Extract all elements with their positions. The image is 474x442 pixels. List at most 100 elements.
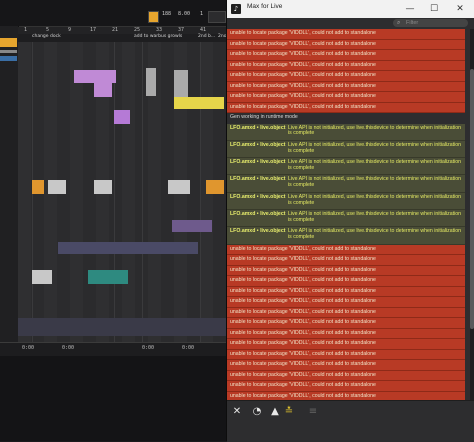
warning-source: LFO.amxd • live.object bbox=[230, 176, 286, 183]
audio-clip[interactable] bbox=[48, 180, 66, 194]
console-error-row[interactable]: unable to locate package 'VIDDLL', could… bbox=[227, 50, 465, 61]
console-log[interactable]: unable to locate package 'VIDDLL', could… bbox=[227, 29, 471, 400]
filter-input[interactable]: ⌕ Filter bbox=[393, 19, 468, 27]
ruler-tick: 37 bbox=[178, 27, 185, 33]
console-error-row[interactable]: unable to locate package 'VIDDLL', could… bbox=[227, 328, 465, 340]
timeline-ruler[interactable]: 1 5 9 17 21 25 33 37 41 bbox=[18, 27, 226, 34]
ruler-tick: 21 bbox=[112, 27, 119, 33]
arrangement-grid[interactable] bbox=[18, 42, 226, 342]
time-label: 0:00 bbox=[22, 345, 35, 351]
metronome-button[interactable] bbox=[148, 11, 159, 23]
level-filter-icon[interactable]: ≛ bbox=[283, 406, 295, 418]
midi-clip[interactable] bbox=[114, 110, 130, 124]
console-error-row[interactable]: unable to locate package 'VIDDLL', could… bbox=[227, 81, 465, 92]
midi-clip[interactable] bbox=[74, 70, 116, 83]
max-console-window: ♪ Max for Live — ☐ ✕ ⌕ Filter unable to … bbox=[226, 0, 474, 442]
midi-clip[interactable] bbox=[172, 220, 212, 232]
console-error-row[interactable]: unable to locate package 'VIDDLL', could… bbox=[227, 276, 465, 287]
ruler-tick: 33 bbox=[156, 27, 163, 33]
warning-message: Live API is not initialized, use live.th… bbox=[288, 193, 462, 206]
audio-clip[interactable] bbox=[146, 68, 156, 96]
console-warning-row[interactable]: LFO.amxd • live.object Live API is not in… bbox=[227, 192, 465, 210]
console-error-row[interactable]: unable to locate package 'VIDDLL', could… bbox=[227, 244, 465, 256]
warning-message: Live API is not initialized, use live.th… bbox=[288, 176, 462, 189]
console-error-row[interactable]: unable to locate package 'VIDDLL', could… bbox=[227, 381, 465, 392]
browser-item[interactable] bbox=[0, 38, 17, 47]
grid-line bbox=[200, 42, 201, 342]
audio-clip[interactable] bbox=[174, 70, 188, 98]
locator[interactable]: 2no bbox=[218, 34, 226, 39]
browser-item[interactable] bbox=[0, 56, 17, 61]
warning-source: LFO.amxd • live.object bbox=[230, 124, 286, 131]
ableton-arrangement-view: 188 8.00 1 1 5 9 17 21 25 33 37 41 chang… bbox=[0, 0, 226, 441]
locator[interactable]: change dock bbox=[32, 34, 61, 39]
ruler-tick: 5 bbox=[46, 27, 50, 33]
console-error-row[interactable]: unable to locate package 'VIDDLL', could… bbox=[227, 39, 465, 50]
warning-message: Live API is not initialized, use live.th… bbox=[288, 141, 462, 154]
warning-source: LFO.amxd • live.object bbox=[230, 228, 286, 235]
console-error-row[interactable]: unable to locate package 'VIDDLL', could… bbox=[227, 286, 465, 298]
locator[interactable]: 2nd b... bbox=[198, 34, 215, 39]
locator-lane: change dock add to warbus growls 2nd b..… bbox=[18, 34, 226, 42]
options-icon[interactable]: ≡ bbox=[307, 406, 319, 418]
console-error-row[interactable]: unable to locate package 'VIDDLL', could… bbox=[227, 265, 465, 277]
warning-message: Live API is not initialized, use live.th… bbox=[288, 210, 462, 223]
console-error-row[interactable]: unable to locate package 'VIDDLL', could… bbox=[227, 92, 465, 103]
clear-console-icon[interactable]: ✕ bbox=[231, 406, 243, 418]
audio-clip[interactable] bbox=[168, 180, 190, 194]
console-error-row[interactable]: unable to locate package 'VIDDLL', could… bbox=[227, 297, 465, 308]
audio-clip[interactable] bbox=[94, 180, 112, 194]
bar-value[interactable]: 8.00 bbox=[178, 11, 190, 17]
console-warning-row[interactable]: LFO.amxd • live.object Live API is not in… bbox=[227, 140, 465, 159]
console-warning-row[interactable]: LFO.amxd • live.object Live API is not in… bbox=[227, 227, 465, 245]
close-button[interactable]: ✕ bbox=[449, 1, 471, 17]
browser-item[interactable] bbox=[0, 50, 17, 53]
console-error-row[interactable]: unable to locate package 'VIDDLL', could… bbox=[227, 307, 465, 319]
automation-lane[interactable] bbox=[58, 242, 198, 254]
console-warning-row[interactable]: LFO.amxd • live.object Live API is not in… bbox=[227, 175, 465, 193]
beat-value[interactable]: 1 bbox=[200, 11, 203, 17]
window-titlebar[interactable]: ♪ Max for Live — ☐ ✕ bbox=[227, 0, 474, 18]
console-info-row[interactable]: Gen working in runtime mode bbox=[227, 113, 465, 124]
filter-placeholder: Filter bbox=[406, 20, 419, 26]
console-error-row[interactable]: unable to locate package 'VIDDLL', could… bbox=[227, 71, 465, 82]
console-warning-row[interactable]: LFO.amxd • live.object Live API is not in… bbox=[227, 158, 465, 176]
console-error-row[interactable]: unable to locate package 'VIDDLL', could… bbox=[227, 29, 465, 40]
tempo-value[interactable]: 188 bbox=[162, 11, 171, 17]
minimize-button[interactable]: — bbox=[399, 1, 421, 17]
console-error-row[interactable]: unable to locate package 'VIDDLL', could… bbox=[227, 318, 465, 329]
clock-icon[interactable]: ◔ bbox=[251, 406, 263, 418]
warning-source: LFO.amxd • live.object bbox=[230, 159, 286, 166]
console-error-row[interactable]: unable to locate package 'VIDDLL', could… bbox=[227, 339, 465, 350]
console-warning-row[interactable]: LFO.amxd • live.object Live API is not in… bbox=[227, 209, 465, 228]
audio-clip[interactable] bbox=[174, 97, 224, 109]
search-icon: ⌕ bbox=[397, 19, 401, 26]
audio-clip[interactable] bbox=[206, 180, 224, 194]
maximize-button[interactable]: ☐ bbox=[423, 1, 445, 17]
console-error-row[interactable]: unable to locate package 'VIDDLL', could… bbox=[227, 60, 465, 71]
console-warning-row[interactable]: LFO.amxd • live.object Live API is not in… bbox=[227, 123, 465, 141]
time-label: 0:00 bbox=[62, 345, 75, 351]
scrollbar-thumb[interactable] bbox=[470, 69, 474, 329]
grid-line bbox=[142, 42, 143, 342]
warning-filter-icon[interactable]: ▲ bbox=[269, 406, 281, 418]
browser-strip bbox=[0, 26, 19, 351]
ruler-tick: 41 bbox=[200, 27, 207, 33]
console-error-row[interactable]: unable to locate package 'VIDDLL', could… bbox=[227, 255, 465, 266]
console-error-row[interactable]: unable to locate package 'VIDDLL', could… bbox=[227, 370, 465, 382]
max-app-icon: ♪ bbox=[231, 4, 241, 14]
console-scrollbar[interactable] bbox=[470, 29, 474, 400]
automation-lane[interactable] bbox=[18, 318, 226, 336]
audio-clip[interactable] bbox=[32, 180, 44, 194]
console-error-row[interactable]: unable to locate package 'VIDDLL', could… bbox=[227, 391, 465, 400]
grid-line bbox=[114, 42, 115, 342]
console-error-row[interactable]: unable to locate package 'VIDDLL', could… bbox=[227, 360, 465, 371]
midi-clip[interactable] bbox=[94, 83, 112, 97]
console-error-row[interactable]: unable to locate package 'VIDDLL', could… bbox=[227, 349, 465, 361]
console-error-row[interactable]: unable to locate package 'VIDDLL', could… bbox=[227, 102, 465, 113]
loop-button[interactable] bbox=[208, 11, 226, 23]
audio-clip[interactable] bbox=[32, 270, 52, 284]
ruler-tick: 25 bbox=[134, 27, 141, 33]
audio-clip[interactable] bbox=[88, 270, 128, 284]
locator[interactable]: add to warbus growls bbox=[134, 34, 182, 39]
